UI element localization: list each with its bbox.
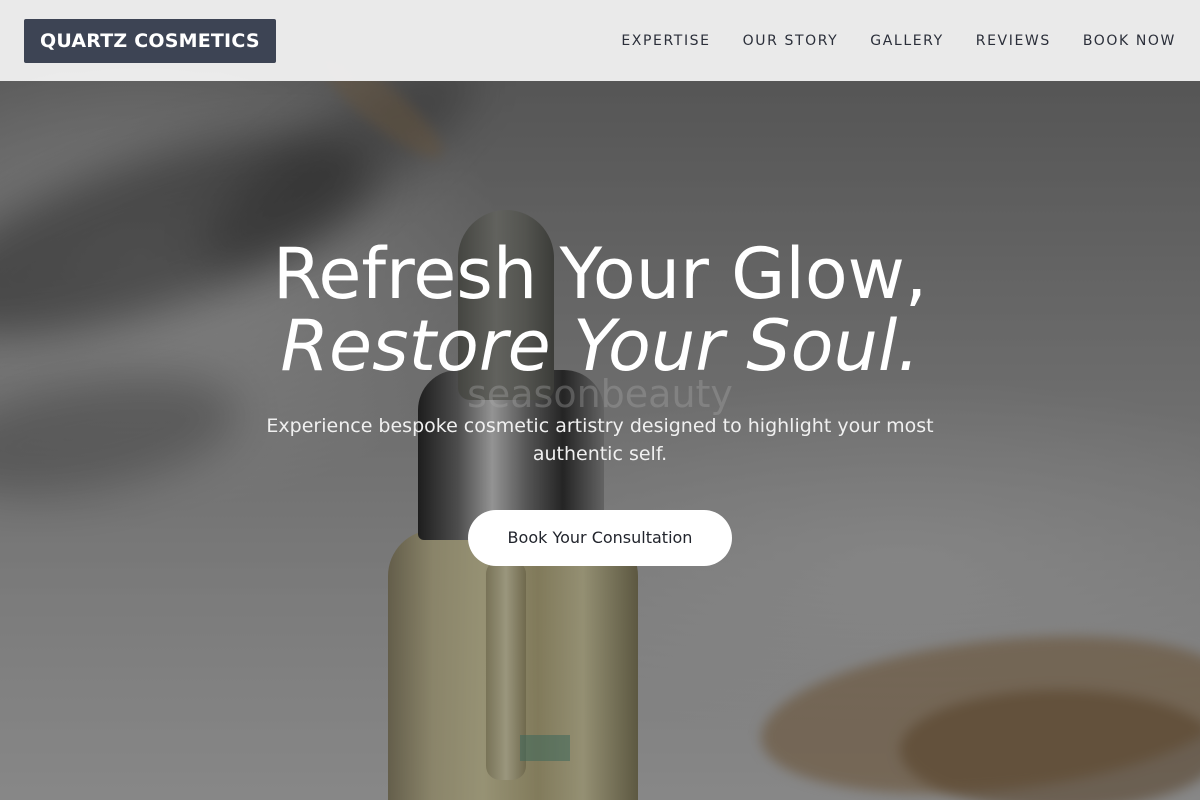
hero-subtitle: Experience bespoke cosmetic artistry des…	[266, 415, 934, 465]
nav-item-gallery[interactable]: GALLERY	[870, 33, 943, 49]
main-nav: EXPERTISE OUR STORY GALLERY REVIEWS BOOK…	[621, 33, 1176, 49]
headline-line-2: Restore Your Soul.	[280, 305, 920, 387]
hero-headline: Refresh Your Glow, Restore Your Soul.	[0, 238, 1200, 382]
nav-item-reviews[interactable]: REVIEWS	[976, 33, 1051, 49]
top-navbar: QUARTZ COSMETICS EXPERTISE OUR STORY GAL…	[0, 0, 1200, 81]
hero-section: seasonbeauty Refresh Your Glow, Restore …	[0, 0, 1200, 800]
nav-item-our-story[interactable]: OUR STORY	[743, 33, 839, 49]
headline-line-1: Refresh Your Glow,	[272, 233, 928, 315]
brand-logo[interactable]: QUARTZ COSMETICS	[24, 18, 276, 63]
book-consultation-button[interactable]: Book Your Consultation	[468, 510, 732, 566]
nav-item-book-now[interactable]: BOOK NOW	[1083, 33, 1176, 49]
nav-item-expertise[interactable]: EXPERTISE	[621, 33, 710, 49]
hero-content: Refresh Your Glow, Restore Your Soul. Ex…	[0, 238, 1200, 566]
